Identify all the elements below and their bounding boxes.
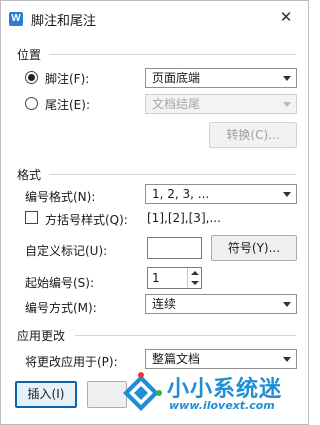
start-at-label: 起始编号(S): <box>25 276 95 290</box>
section-apply-label: 应用更改 <box>17 329 66 343</box>
apply-to-label: 将更改应用于(P): <box>25 355 118 369</box>
bracket-style-label: 方括号样式(Q): <box>45 213 128 227</box>
numbering-select[interactable]: 连续 <box>145 294 297 314</box>
symbol-button[interactable]: 符号(Y)... <box>211 235 297 261</box>
section-divider <box>75 335 296 336</box>
chevron-down-icon <box>283 192 291 197</box>
spin-down-icon[interactable] <box>191 281 199 285</box>
wps-writer-icon: W <box>9 12 23 26</box>
custom-mark-input[interactable] <box>147 237 202 259</box>
footnote-radio[interactable] <box>25 71 38 84</box>
watermark-url: www.ilovext.com <box>169 399 275 412</box>
watermark: 小小系统迷 www.ilovext.com <box>119 369 299 419</box>
apply-to-select[interactable]: 整篇文档 <box>145 349 297 369</box>
footnote-endnote-dialog: W 脚注和尾注 ✕ 位置 脚注(F): 页面底端 尾注(E): 文档结尾 转换(… <box>0 0 309 425</box>
section-divider <box>49 174 296 175</box>
footnote-position-value: 页面底端 <box>152 71 201 85</box>
section-divider <box>49 54 296 55</box>
endnote-position-value: 文档结尾 <box>152 97 201 111</box>
number-format-select[interactable]: 1, 2, 3, ... <box>145 184 297 204</box>
bracket-style-checkbox[interactable] <box>25 211 38 224</box>
dialog-title: 脚注和尾注 <box>31 14 97 29</box>
chevron-down-icon <box>283 76 291 81</box>
bracket-style-example: [1],[2],[3],... <box>147 211 221 225</box>
chevron-down-icon <box>283 102 291 107</box>
chevron-down-icon <box>283 302 291 307</box>
endnote-position-select[interactable]: 文档结尾 <box>145 94 297 114</box>
number-format-label: 编号格式(N): <box>25 190 96 204</box>
start-at-value: 1 <box>152 271 160 285</box>
spin-up-icon[interactable] <box>191 271 199 275</box>
stepper-arrows[interactable] <box>187 268 201 288</box>
custom-mark-label: 自定义标记(U): <box>25 244 108 258</box>
endnote-label: 尾注(E): <box>45 98 90 112</box>
number-format-value: 1, 2, 3, ... <box>152 187 210 201</box>
numbering-value: 连续 <box>152 297 177 311</box>
footnote-position-select[interactable]: 页面底端 <box>145 68 297 88</box>
close-icon[interactable]: ✕ <box>278 9 294 25</box>
start-at-stepper[interactable]: 1 <box>147 267 202 289</box>
apply-to-value: 整篇文档 <box>152 352 201 366</box>
chevron-down-icon <box>283 357 291 362</box>
watermark-logo-icon <box>123 372 162 411</box>
insert-button[interactable]: 插入(I) <box>15 381 77 408</box>
numbering-label: 编号方式(M): <box>25 301 97 315</box>
section-format-label: 格式 <box>17 168 42 182</box>
title-bar: W 脚注和尾注 ✕ <box>1 1 308 35</box>
section-location-label: 位置 <box>17 48 42 62</box>
endnote-radio[interactable] <box>25 97 38 110</box>
footnote-label: 脚注(F): <box>45 72 90 86</box>
convert-button[interactable]: 转换(C)... <box>209 122 297 148</box>
